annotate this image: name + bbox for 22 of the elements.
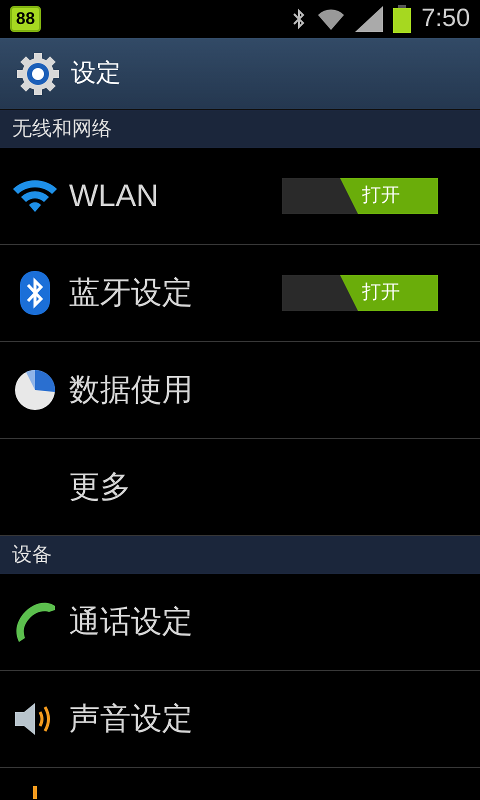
pie-chart-icon xyxy=(14,369,56,411)
settings-row[interactable]: 通话设定 xyxy=(0,574,480,671)
bluetooth-icon xyxy=(18,270,50,316)
battery-icon xyxy=(393,5,412,33)
battery-level-badge: 88 xyxy=(10,6,41,32)
signal-icon xyxy=(355,6,384,32)
settings-label: WLAN xyxy=(69,176,159,215)
settings-label: 声音设定 xyxy=(69,700,193,738)
settings-row[interactable]: 声音设定 xyxy=(0,671,480,768)
gear-icon xyxy=(17,52,59,94)
section-header: 设备 xyxy=(0,536,480,574)
settings-label: 蓝牙设定 xyxy=(69,274,193,312)
settings-row[interactable]: 蓝牙设定 打开 xyxy=(0,245,480,342)
section-header: 无线和网络 xyxy=(0,110,480,148)
wifi-icon xyxy=(317,7,346,31)
screen-title: 设定 xyxy=(71,58,121,89)
settings-label: 数据使用 xyxy=(69,370,193,409)
settings-row[interactable]: 数据使用 xyxy=(0,342,480,439)
settings-label: 通话设定 xyxy=(69,602,193,641)
settings-label: 更多 xyxy=(69,468,131,506)
settings-row[interactable]: WLAN 打开 xyxy=(0,148,480,245)
clock-time: 7:50 xyxy=(421,3,470,34)
